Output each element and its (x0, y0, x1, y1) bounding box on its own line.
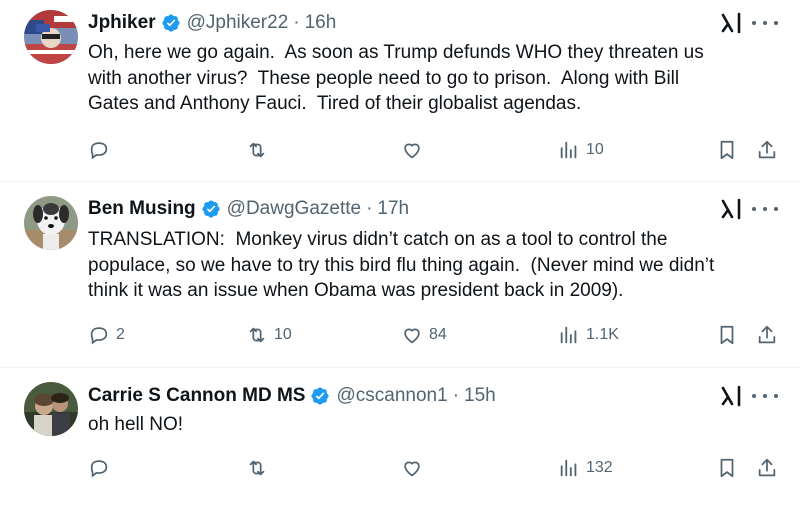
bookmark-button[interactable] (716, 137, 738, 163)
tweet-text: Oh, here we go again. As soon as Trump d… (88, 42, 704, 114)
avatar[interactable] (24, 382, 78, 436)
more-options-icon[interactable] (752, 198, 778, 220)
avatar[interactable] (24, 10, 78, 64)
view-count: 1.1K (586, 326, 619, 343)
bookmark-button[interactable] (716, 455, 738, 481)
display-name[interactable]: Carrie S Cannon MD MS (88, 385, 305, 407)
more-options-icon[interactable] (752, 12, 778, 34)
user-handle[interactable]: @DawgGazette (227, 198, 361, 220)
bookmark-icon (720, 140, 734, 160)
retweet-icon (249, 460, 265, 476)
retweet-count: 10 (274, 326, 292, 343)
views-icon (560, 141, 577, 159)
timestamp[interactable]: 16h (305, 12, 337, 34)
verified-badge-icon (202, 200, 220, 218)
retweet-button[interactable]: 10 (246, 322, 292, 348)
share-icon (758, 325, 776, 344)
like-icon (404, 143, 420, 159)
retweet-button[interactable] (246, 137, 274, 163)
retweet-icon (249, 327, 265, 343)
user-handle[interactable]: @cscannon1 (336, 385, 447, 407)
more-options-icon[interactable] (752, 385, 778, 407)
bookmark-icon (720, 325, 734, 345)
user-handle[interactable]: @Jphiker22 (187, 12, 289, 34)
share-button[interactable] (756, 137, 778, 163)
reply-icon (90, 142, 108, 160)
separator-dot: · (366, 198, 373, 219)
separator-dot: · (293, 12, 300, 33)
retweet-button[interactable] (246, 455, 274, 481)
views-icon (560, 326, 577, 344)
view-count: 132 (586, 459, 613, 476)
reply-icon (90, 327, 108, 345)
retweet-icon (249, 142, 265, 158)
like-button[interactable] (401, 137, 429, 163)
tweet[interactable]: Ben Musing @DawgGazette · 17h TRANSLATIO… (0, 182, 800, 366)
reply-button[interactable] (88, 137, 116, 163)
like-count: 84 (429, 326, 447, 343)
tweet-text: oh hell NO! (88, 414, 184, 435)
bookmark-icon (720, 458, 734, 478)
like-icon (404, 461, 420, 477)
grok-icon[interactable] (720, 385, 742, 407)
display-name[interactable]: Jphiker (88, 12, 156, 34)
views-button[interactable]: 132 (558, 455, 613, 481)
verified-badge-icon (311, 387, 330, 405)
views-button[interactable]: 1.1K (558, 322, 619, 348)
tweet-text: TRANSLATION: Monkey virus didn’t catch o… (88, 229, 715, 301)
view-count: 10 (586, 141, 604, 158)
share-icon (758, 140, 776, 159)
share-button[interactable] (756, 455, 778, 481)
timestamp[interactable]: 15h (464, 385, 496, 407)
separator-dot: · (452, 385, 460, 406)
share-icon (758, 458, 776, 477)
views-icon (560, 459, 577, 477)
bookmark-button[interactable] (716, 322, 738, 348)
timestamp[interactable]: 17h (377, 198, 409, 220)
views-button[interactable]: 10 (558, 137, 604, 163)
reply-button[interactable]: 2 (88, 322, 125, 348)
like-button[interactable] (401, 455, 429, 481)
grok-icon[interactable] (720, 12, 742, 34)
reply-icon (90, 460, 108, 478)
tweet[interactable]: Carrie S Cannon MD MS @cscannon1 · 15h o… (0, 368, 800, 508)
tweet[interactable]: Jphiker @Jphiker22 · 16h Oh, here we go … (0, 0, 800, 180)
reply-count: 2 (116, 326, 125, 343)
share-button[interactable] (756, 322, 778, 348)
display-name[interactable]: Ben Musing (88, 198, 196, 220)
like-icon (404, 328, 420, 344)
like-button[interactable]: 84 (401, 322, 447, 348)
grok-icon[interactable] (720, 198, 742, 220)
reply-button[interactable] (88, 455, 116, 481)
avatar[interactable] (24, 196, 78, 250)
verified-badge-icon (162, 14, 180, 32)
